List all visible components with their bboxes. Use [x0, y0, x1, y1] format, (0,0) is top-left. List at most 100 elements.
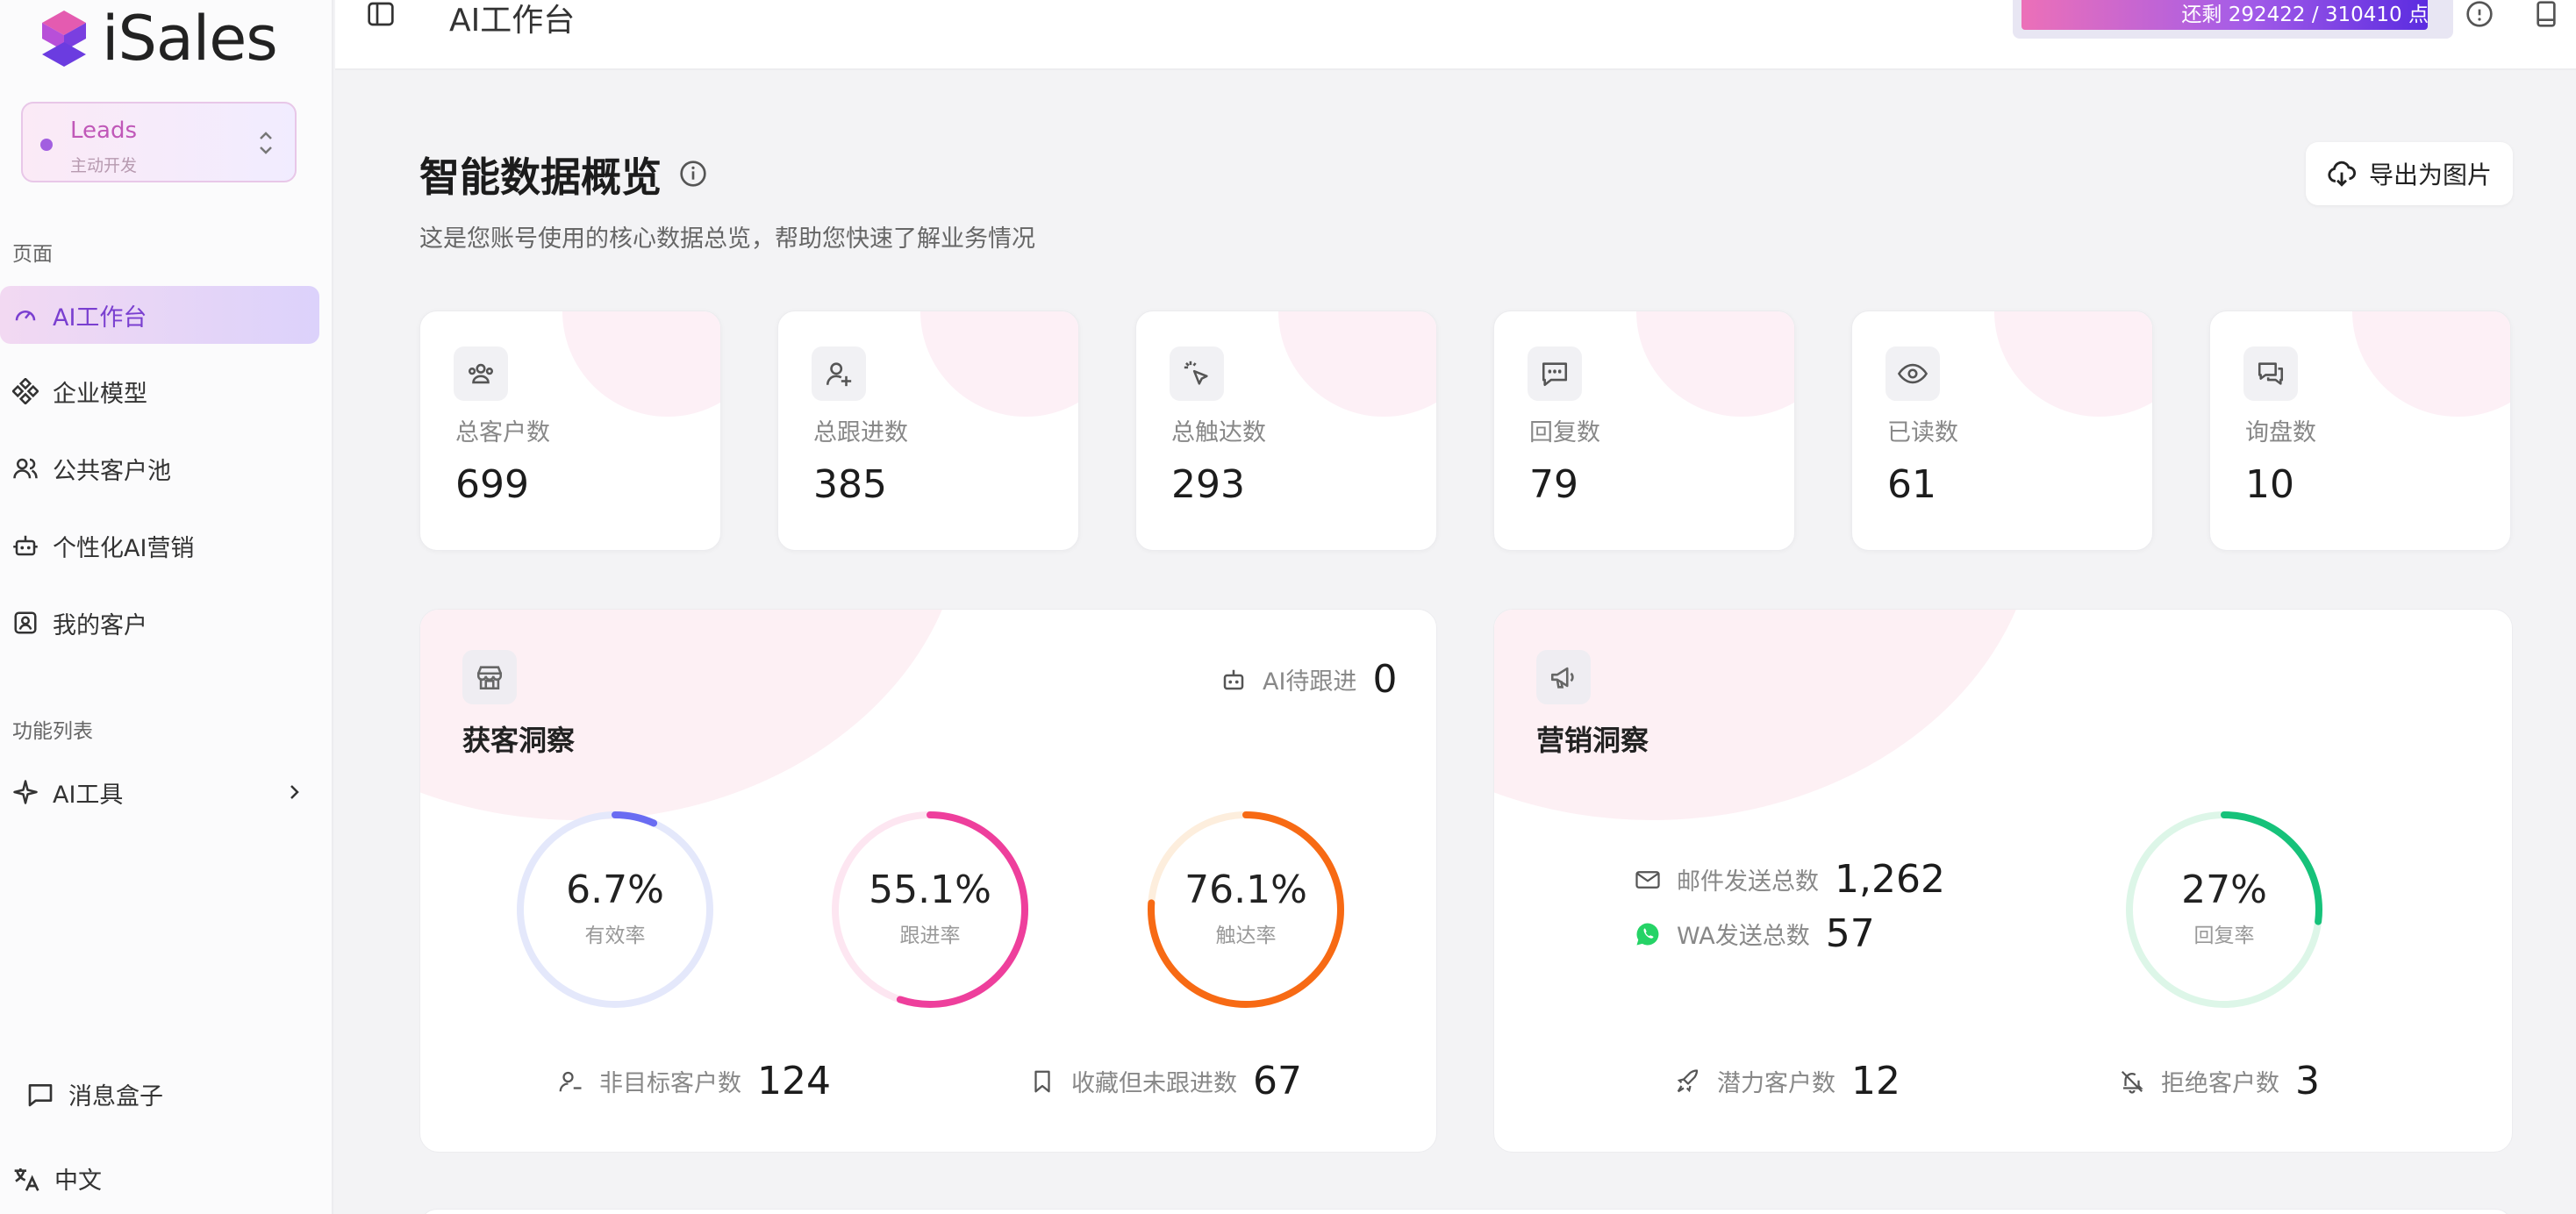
acquisition-insights-card: 获客洞察 AI待跟进 0 6.7% 有效率 55.1% 跟进率 76.1% 触达…: [419, 609, 1437, 1153]
stat-card-total-customers: 总客户数 699: [419, 311, 721, 551]
metric-label: 收藏但未跟进数: [1071, 1070, 1237, 1097]
favorited-not-followed-metric: 收藏但未跟进数 67: [1029, 1059, 1302, 1103]
rejected-customers-metric: 拒绝客户数 3: [2119, 1059, 2320, 1103]
metric-label: 拒绝客户数: [2161, 1070, 2279, 1097]
section-label-features: 功能列表: [12, 720, 93, 743]
workspace-switcher[interactable]: Leads 主动开发: [21, 102, 297, 182]
stat-label: 回复数: [1529, 419, 1600, 446]
stat-label: 总触达数: [1171, 419, 1266, 446]
ring-percentage: 27%: [2181, 868, 2267, 912]
bookmark-icon: [1034, 1070, 1050, 1092]
sidebar-item-ai-workbench[interactable]: AI工作台: [0, 286, 319, 344]
metric-label: 非目标客户数: [599, 1070, 741, 1097]
card-title: 获客洞察: [462, 724, 576, 757]
metric-value: 124: [757, 1059, 831, 1103]
metric-value: 1,262: [1835, 857, 1945, 902]
stat-value: 61: [1887, 462, 1936, 507]
cursor-click-icon: [1184, 361, 1208, 385]
gauge-icon: [15, 311, 36, 321]
message-square-icon: [28, 1083, 53, 1106]
info-icon[interactable]: [679, 160, 707, 188]
page-breadcrumb: AI工作台: [449, 3, 576, 39]
stat-value: 10: [2245, 462, 2294, 507]
non-target-customers-metric: 非目标客户数 124: [557, 1059, 831, 1103]
users-group-icon: [468, 363, 494, 384]
ring-label: 有效率: [584, 925, 646, 947]
stat-value: 699: [455, 462, 529, 507]
eye-icon: [1898, 363, 1928, 384]
metric-value: 67: [1253, 1059, 1302, 1103]
workspace-subtitle: 主动开发: [70, 156, 138, 175]
stat-value: 79: [1529, 462, 1578, 507]
user-minus-icon: [559, 1071, 582, 1091]
messages-icon: [2258, 362, 2284, 385]
rocket-icon: [1677, 1068, 1699, 1092]
ring-label: 回复率: [2193, 925, 2255, 947]
whatsapp-icon: [1636, 923, 1659, 945]
potential-customers-metric: 潜力客户数 12: [1675, 1059, 1900, 1103]
sparkle-icon: [13, 780, 38, 804]
sidebar-item-public-pool[interactable]: 公共客户池: [0, 439, 319, 497]
megaphone-icon: [1550, 667, 1574, 689]
inbox-label: 消息盒子: [68, 1083, 163, 1110]
sidebar-toggle-icon[interactable]: [367, 0, 395, 28]
email-sent-metric: 邮件发送总数 1,262: [1635, 857, 1945, 902]
app-logo[interactable]: iSales: [37, 3, 278, 75]
user-add-icon: [826, 362, 852, 387]
stat-card-read: 已读数 61: [1851, 311, 2153, 551]
page-subtitle: 这是您账号使用的核心数据总览，帮助您快速了解业务情况: [419, 225, 1035, 253]
isales-logo-icon: [42, 11, 86, 67]
language-switcher[interactable]: 中文: [12, 1161, 102, 1196]
stat-value: 293: [1171, 462, 1245, 507]
ring-percentage: 55.1%: [869, 868, 991, 912]
next-section-card: [419, 1209, 2513, 1214]
card-title: 营销洞察: [1536, 724, 1649, 757]
section-label-pages: 页面: [12, 243, 53, 266]
quota-progress-bar: 还剩 292422 / 310410 点: [2013, 0, 2453, 39]
sidebar: iSales Leads 主动开发 页面 AI工作台 企业模型 公共客户池 个性…: [0, 0, 333, 1214]
marketing-insights-card: 营销洞察 邮件发送总数 1,262 WA发送总数 57 27% 回复率 潜力客户…: [1493, 609, 2513, 1153]
sidebar-item-label: AI工具: [53, 781, 124, 809]
top-bar: AI工作台 还剩 292422 / 310410 点: [335, 0, 2576, 70]
sidebar-item-label: 企业模型: [53, 380, 147, 408]
store-icon: [476, 666, 503, 690]
users-icon: [13, 458, 38, 479]
language-label: 中文: [54, 1168, 102, 1195]
export-image-button[interactable]: 导出为图片: [2306, 142, 2513, 205]
sidebar-item-ai-tools[interactable]: AI工具: [0, 763, 319, 821]
translate-icon: [14, 1168, 39, 1191]
robot-icon: [13, 535, 38, 556]
inbox-button[interactable]: 消息盒子: [26, 1077, 163, 1111]
stat-label: 询盘数: [2245, 419, 2316, 446]
ring-label: 触达率: [1215, 925, 1277, 947]
bell-off-icon: [2121, 1070, 2143, 1094]
sidebar-item-label: 公共客户池: [53, 457, 171, 485]
effective-rate-ring: 6.7% 有效率: [512, 806, 719, 1013]
export-button-label: 导出为图片: [2368, 161, 2492, 189]
metric-value: 0: [1372, 657, 1398, 702]
info-icon[interactable]: [2465, 0, 2494, 28]
workspace-name: Leads: [70, 118, 138, 144]
mail-icon: [1635, 870, 1660, 889]
ai-pending-metric: AI待跟进 0: [1220, 657, 1397, 702]
sidebar-item-ai-marketing[interactable]: 个性化AI营销: [0, 517, 319, 575]
reach-rate-ring: 76.1% 触达率: [1142, 806, 1349, 1013]
sidebar-item-enterprise-model[interactable]: 企业模型: [0, 362, 319, 420]
metric-value: 3: [2295, 1059, 2320, 1103]
app-name: iSales: [102, 3, 278, 75]
sidebar-item-my-customers[interactable]: 我的客户: [0, 594, 319, 652]
stat-card-inquiries: 询盘数 10: [2209, 311, 2511, 551]
sidebar-item-label: 我的客户: [53, 611, 147, 639]
chat-icon: [1542, 362, 1568, 387]
reply-rate-ring: 27% 回复率: [2121, 806, 2328, 1013]
book-icon[interactable]: [2532, 0, 2560, 28]
metric-value: 57: [1825, 911, 1875, 956]
stat-card-total-followups: 总跟进数 385: [777, 311, 1079, 551]
nodes-icon: [12, 378, 39, 404]
stat-label: 已读数: [1887, 419, 1958, 446]
stat-label: 总跟进数: [813, 419, 908, 446]
ring-label: 跟进率: [899, 925, 961, 947]
metric-label: 潜力客户数: [1717, 1070, 1835, 1097]
stat-value: 385: [813, 462, 887, 507]
page-title: 智能数据概览: [419, 154, 662, 201]
